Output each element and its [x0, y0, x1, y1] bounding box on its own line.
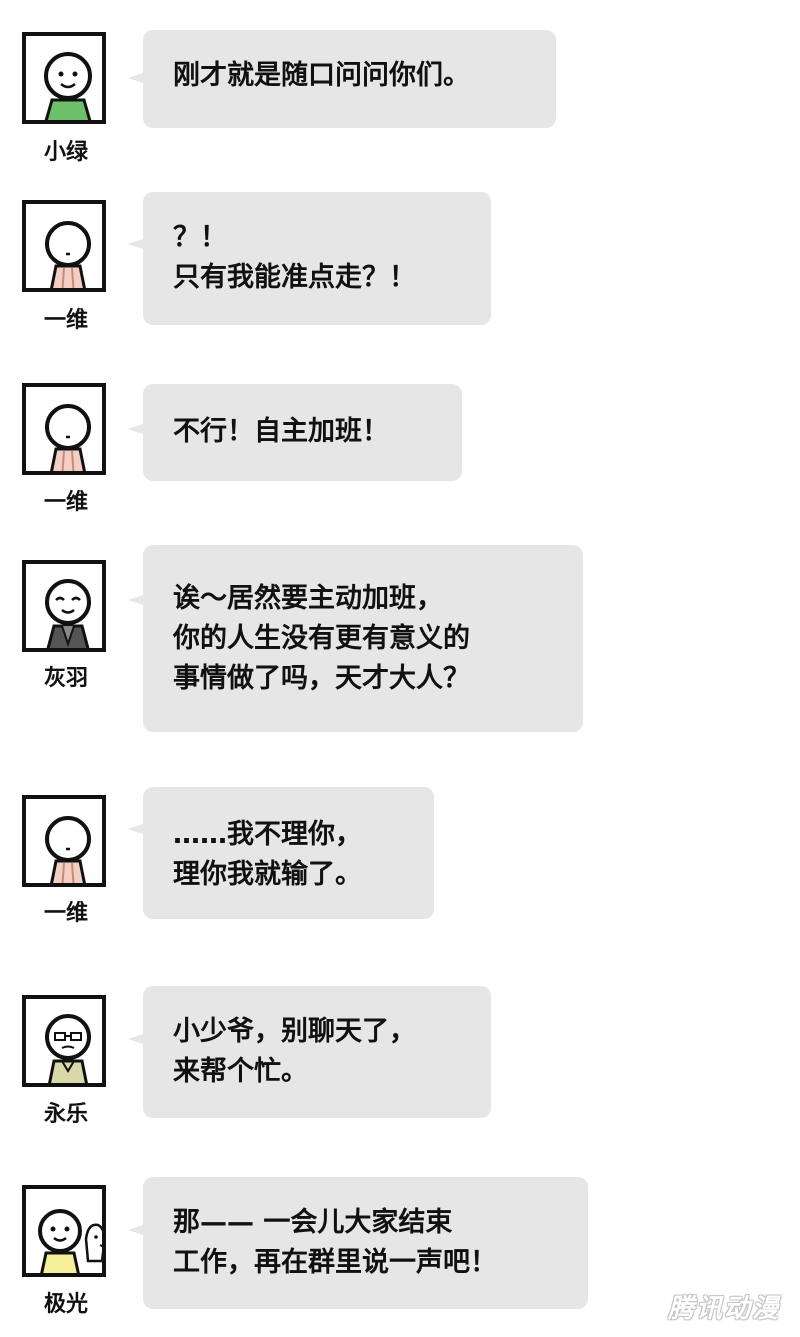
- watermark-logo: 腾讯动漫: [667, 1294, 780, 1324]
- bubble-tail: [128, 1225, 143, 1235]
- sender-name: 一维: [43, 490, 88, 515]
- yiwei-avatar: [22, 383, 106, 475]
- message-line: 理你我就输了。: [173, 859, 362, 890]
- message-line: 小少爷，别聊天了，: [173, 1016, 416, 1047]
- message-line: 不行！自主加班！: [173, 416, 389, 447]
- bubble-tail: [128, 73, 143, 83]
- message-line: 来帮个忙。: [173, 1056, 308, 1087]
- message-line: ？！: [173, 222, 227, 253]
- bubble-tail: [128, 239, 143, 249]
- message-bubble: 那—— 一会儿大家结束 工作，再在群里说一声吧！: [143, 1177, 588, 1309]
- message-line: ……我不理你，: [173, 819, 362, 850]
- bubble-tail: [128, 595, 143, 605]
- message-bubble: 诶～居然要主动加班， 你的人生没有更有意义的 事情做了吗，天才大人？: [143, 545, 583, 732]
- yiwei-avatar: [22, 795, 106, 887]
- bubble-tail: [128, 824, 143, 834]
- huiyu-avatar: [22, 560, 106, 652]
- message-line: 你的人生没有更有意义的: [173, 623, 470, 654]
- sender-name: 一维: [43, 901, 88, 926]
- message-line: 诶～居然要主动加班，: [173, 583, 443, 614]
- sender-name: 一维: [43, 308, 88, 333]
- message-bubble: 刚才就是随口问问你们。: [143, 30, 556, 128]
- bubble-tail: [128, 424, 143, 434]
- yiwei-avatar: [22, 200, 106, 292]
- sender-name: 灰羽: [43, 666, 88, 691]
- sender-name: 小绿: [43, 140, 88, 165]
- yongle-avatar: [22, 995, 106, 1087]
- bubble-tail: [128, 1034, 143, 1044]
- message-line: 刚才就是随口问问你们。: [173, 60, 470, 91]
- sender-name: 永乐: [43, 1102, 88, 1127]
- jiguang-avatar: [22, 1185, 106, 1277]
- message-line: 只有我能准点走？！: [173, 262, 416, 293]
- message-line: 事情做了吗，天才大人？: [173, 663, 470, 694]
- message-line: 工作，再在群里说一声吧！: [173, 1247, 497, 1278]
- message-line: 那—— 一会儿大家结束: [173, 1207, 453, 1238]
- message-bubble: ……我不理你， 理你我就输了。: [143, 787, 434, 919]
- message-bubble: 不行！自主加班！: [143, 384, 462, 481]
- message-bubble: 小少爷，别聊天了， 来帮个忙。: [143, 986, 491, 1118]
- sender-name: 极光: [43, 1292, 88, 1317]
- xiaolv-avatar: [22, 32, 106, 124]
- message-bubble: ？！ 只有我能准点走？！: [143, 192, 491, 325]
